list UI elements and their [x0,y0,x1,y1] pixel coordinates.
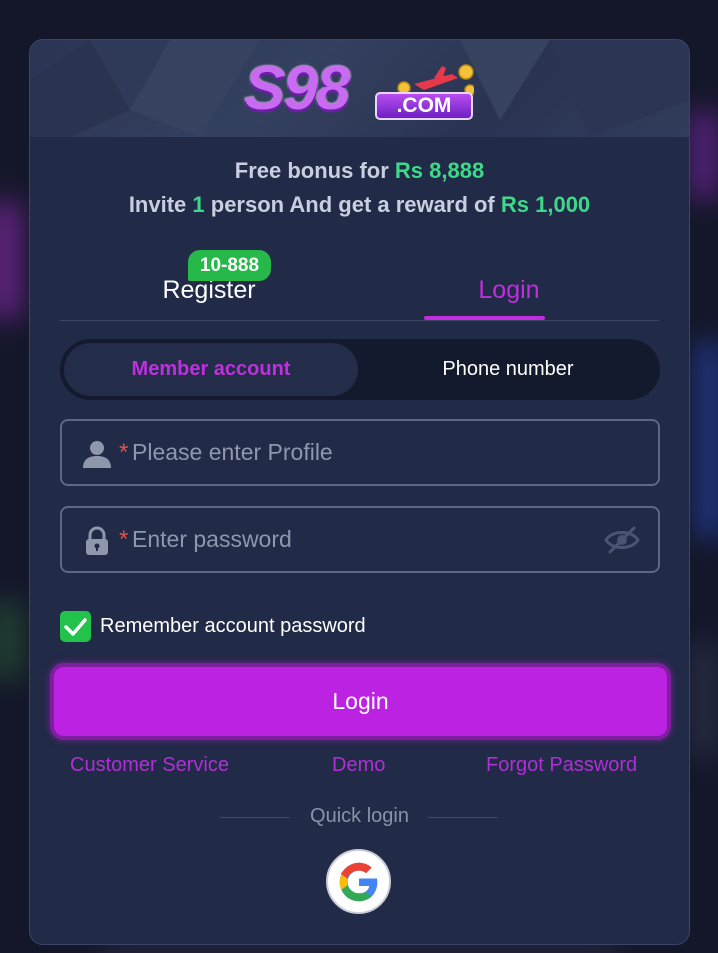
customer-service-link[interactable]: Customer Service [70,754,229,777]
forgot-password-link[interactable]: Forgot Password [486,754,637,777]
tab-login[interactable]: Login [359,250,659,321]
google-icon [339,862,378,902]
member-account-option[interactable]: Member account [64,343,358,396]
login-modal: S98 .COM Free bonus for Rs 8,888 Invite … [29,39,690,945]
promo-invite-prefix: Invite [128,192,193,217]
demo-link[interactable]: Demo [332,754,385,777]
check-icon [64,618,87,636]
promo-reward-amount: Rs 1,000 [500,192,591,217]
google-login-button[interactable] [326,849,391,914]
promo-line-bonus: Free bonus for Rs 8,888 [30,158,689,184]
password-input[interactable] [132,508,582,571]
remember-checkbox[interactable] [60,611,91,642]
promo-invite-count: 1 [192,192,205,217]
account-type-switch: Member account Phone number [60,339,660,400]
divider-right [428,817,498,818]
auth-tabs: Register 10-888 Login [59,250,659,321]
eye-off-icon[interactable] [604,524,640,556]
quick-login-label: Quick login [310,805,409,827]
login-button[interactable]: Login [50,663,671,740]
required-marker: * [119,439,129,466]
promo-invite-middle: person And get a reward of [204,192,501,217]
user-icon [83,441,111,468]
phone-number-option[interactable]: Phone number [360,343,656,396]
remember-label: Remember account password [100,615,366,637]
profile-input[interactable] [132,421,582,484]
promo-bonus-amount: Rs 8,888 [394,158,485,183]
password-field: * [60,506,660,573]
tab-login-label: Login [478,276,540,304]
logo-s98-text: S98 [244,54,350,124]
promo-line-invite: Invite 1 person And get a reward of Rs 1… [30,192,689,218]
register-bonus-badge: 10-888 [188,250,271,281]
logo-domain-badge: .COM [375,92,473,120]
brand-logo: S98 .COM [244,54,476,124]
profile-field: * [60,419,660,486]
promo-bonus-text: Free bonus for [234,158,395,183]
required-marker: * [119,526,129,553]
lock-icon [86,526,108,555]
active-tab-indicator [424,316,545,320]
tab-register[interactable]: Register 10-888 [59,250,359,321]
logo-brand-main: S98 [244,54,350,123]
